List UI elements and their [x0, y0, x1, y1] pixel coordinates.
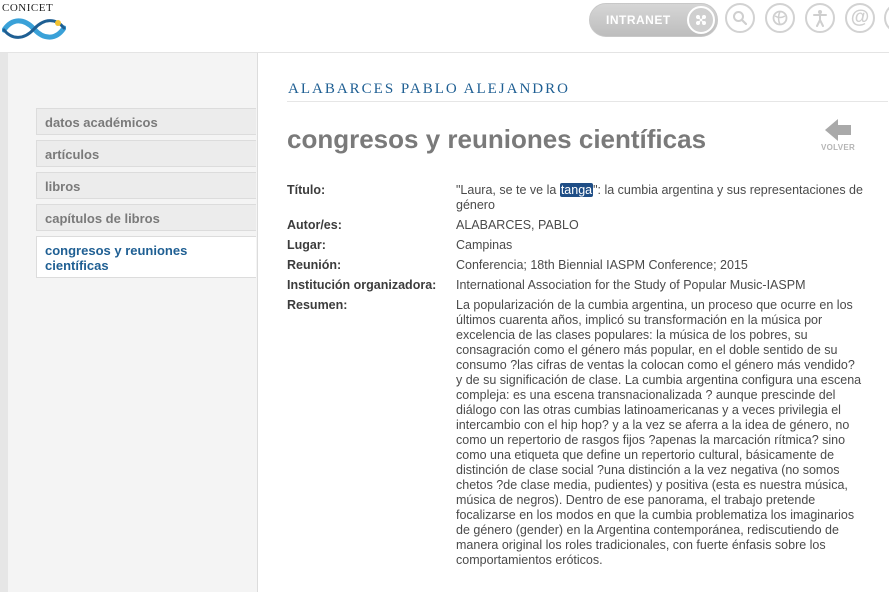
back-label: VOLVER: [820, 143, 856, 152]
sidebar-item-label: congresos y reuniones científicas: [45, 243, 188, 273]
titulo-label: Título:: [287, 183, 326, 197]
logo-wave-icon: [2, 18, 66, 40]
back-arrow-icon: [825, 119, 851, 141]
conicet-logo[interactable]: CONICET: [2, 2, 72, 44]
accessibility-icon[interactable]: [805, 3, 835, 33]
page-title: congresos y reuniones científicas: [287, 124, 707, 154]
autor-label: Autor/es:: [287, 218, 342, 232]
intranet-button[interactable]: INTRANET: [589, 3, 718, 37]
sidebar-item-label: capítulos de libros: [45, 211, 160, 226]
sidebar-item-congresos[interactable]: congresos y reuniones científicas: [36, 236, 256, 278]
lugar-label: Lugar:: [287, 238, 326, 252]
at-icon[interactable]: @: [845, 3, 875, 33]
resumen-value: La popularización de la cumbia argentina…: [456, 298, 862, 567]
titulo-text-start: "Laura, se te ve la: [456, 183, 560, 197]
reunion-value: Conferencia; 18th Biennial IASPM Confere…: [456, 258, 748, 272]
sidebar-item-libros[interactable]: libros: [36, 172, 256, 199]
lugar-value: Campinas: [456, 238, 513, 252]
person-name: ALABARCES PABLO ALEJANDRO: [288, 81, 570, 97]
institucion-value: International Association for the Study …: [456, 278, 806, 292]
institucion-label: Institución organizadora:: [287, 278, 437, 292]
autor-value: ALABARCES, PABLO: [456, 218, 579, 232]
titulo-highlight: tanga: [559, 183, 594, 197]
intranet-label: INTRANET: [606, 13, 671, 27]
site-header: CONICET INTRANET @: [0, 0, 889, 53]
back-button[interactable]: VOLVER: [818, 117, 858, 157]
sidebar-item-label: datos académicos: [45, 115, 158, 130]
sidebar-item-datos-academicos[interactable]: datos académicos: [36, 108, 256, 135]
globe-icon[interactable]: [765, 3, 795, 33]
search-icon[interactable]: [725, 3, 755, 33]
network-icon: [687, 6, 715, 34]
sidebar-item-label: libros: [45, 179, 81, 194]
reunion-label: Reunión:: [287, 258, 342, 272]
divider: [287, 101, 888, 102]
sidebar-item-articulos[interactable]: artículos: [36, 140, 256, 167]
sidebar-item-capitulos[interactable]: capítulos de libros: [36, 204, 256, 231]
partial-icon[interactable]: [884, 3, 889, 33]
sidebar-item-label: artículos: [45, 147, 100, 162]
titulo-value: "Laura, se te ve la tanga": la cumbia ar…: [456, 183, 864, 213]
sidebar-strip: [0, 53, 8, 592]
logo-text: CONICET: [2, 2, 54, 14]
resumen-label: Resumen:: [287, 298, 348, 312]
